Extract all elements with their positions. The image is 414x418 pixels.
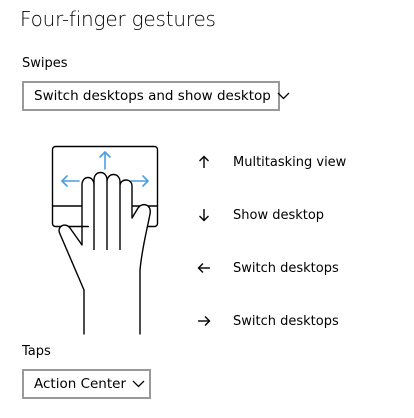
chevron-down-icon bbox=[277, 92, 290, 101]
page-title: Four-finger gestures bbox=[20, 7, 216, 31]
legend-row-show-desktop: Show desktop bbox=[196, 205, 324, 225]
chevron-down-icon bbox=[132, 380, 145, 389]
legend-row-switch-desktops-left: Switch desktops bbox=[196, 258, 339, 278]
taps-label: Taps bbox=[22, 344, 51, 359]
four-finger-touchpad-illustration bbox=[51, 145, 159, 335]
legend-label: Switch desktops bbox=[233, 260, 339, 276]
swipes-label: Swipes bbox=[22, 56, 68, 71]
arrow-up-icon bbox=[196, 154, 212, 170]
legend-row-multitasking-view: Multitasking view bbox=[196, 152, 346, 172]
legend-row-switch-desktops-right: Switch desktops bbox=[196, 311, 339, 331]
arrow-right-icon bbox=[196, 313, 212, 329]
legend-label: Switch desktops bbox=[233, 313, 339, 329]
arrow-down-icon bbox=[196, 207, 212, 223]
legend-label: Multitasking view bbox=[233, 154, 347, 170]
taps-dropdown-value: Action Center bbox=[34, 376, 127, 392]
swipes-dropdown-value: Switch desktops and show desktop bbox=[34, 88, 271, 104]
arrow-left-icon bbox=[196, 260, 212, 276]
taps-dropdown[interactable]: Action Center bbox=[22, 369, 151, 399]
swipes-dropdown[interactable]: Switch desktops and show desktop bbox=[22, 81, 290, 111]
legend-label: Show desktop bbox=[233, 207, 325, 223]
